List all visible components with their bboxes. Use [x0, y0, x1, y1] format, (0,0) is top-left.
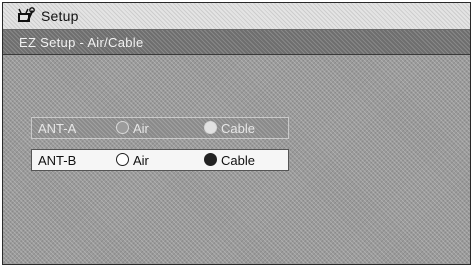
- setup-screen: Setup EZ Setup - Air/Cable ANT-A Air Cab…: [2, 2, 471, 265]
- ant-b-cable-label: Cable: [221, 153, 255, 168]
- title-bar: Setup: [3, 3, 470, 30]
- sub-title: EZ Setup - Air/Cable: [19, 35, 144, 50]
- tv-setup-icon: [18, 7, 35, 22]
- ant-a-air-radio[interactable]: [116, 121, 129, 134]
- sub-header: EZ Setup - Air/Cable: [3, 30, 470, 55]
- ant-b-air-label: Air: [133, 153, 149, 168]
- ant-a-row[interactable]: ANT-A Air Cable: [31, 117, 289, 139]
- ant-b-row[interactable]: ANT-B Air Cable: [31, 149, 289, 171]
- ant-a-label: ANT-A: [38, 121, 77, 136]
- ant-a-cable-radio[interactable]: [204, 121, 217, 134]
- ant-a-cable-label: Cable: [221, 121, 255, 136]
- ant-b-cable-radio[interactable]: [204, 153, 217, 166]
- page-title: Setup: [41, 8, 79, 24]
- ant-b-label: ANT-B: [38, 153, 77, 168]
- ant-a-air-label: Air: [133, 121, 149, 136]
- ant-b-air-radio[interactable]: [116, 153, 129, 166]
